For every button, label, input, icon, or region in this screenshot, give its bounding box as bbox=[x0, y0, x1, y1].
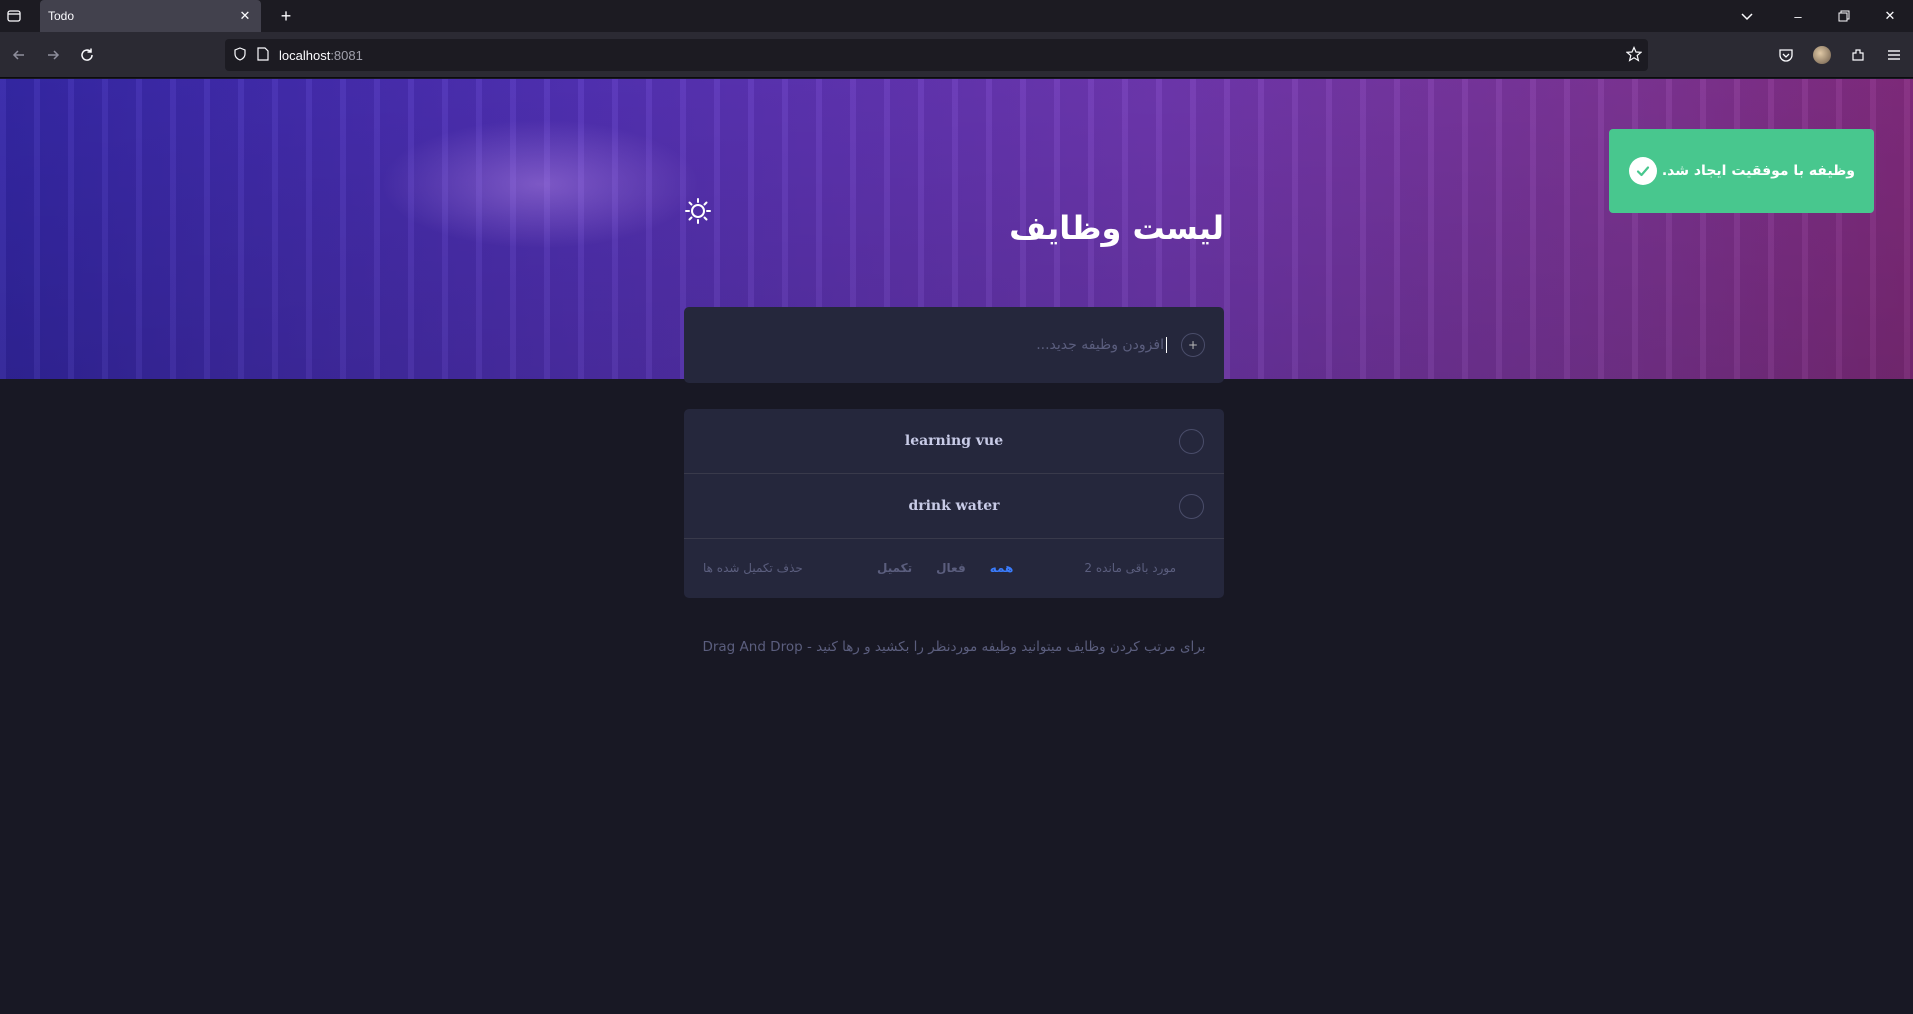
page-viewport: لیست وظایف + learning vu bbox=[0, 79, 1913, 1014]
restore-icon[interactable] bbox=[1821, 0, 1867, 32]
page-info-icon[interactable] bbox=[257, 46, 269, 65]
avatar-image bbox=[1813, 46, 1831, 64]
url-text: localhost:8081 bbox=[279, 48, 363, 63]
back-icon[interactable] bbox=[4, 40, 34, 70]
todo-text: drink water bbox=[908, 498, 1000, 514]
todo-item[interactable]: learning vue bbox=[684, 409, 1224, 474]
browser-tab[interactable]: Todo ✕ bbox=[40, 0, 261, 32]
filter-tabs: همه فعال تکمیل bbox=[877, 561, 1013, 575]
check-icon bbox=[1629, 157, 1657, 185]
theme-toggle-sun-icon[interactable] bbox=[681, 194, 715, 228]
pocket-icon[interactable] bbox=[1771, 40, 1801, 70]
app-header: لیست وظایف bbox=[684, 198, 1224, 269]
filter-completed[interactable]: تکمیل bbox=[877, 561, 912, 575]
address-bar[interactable]: localhost:8081 bbox=[225, 39, 1648, 71]
extensions-icon[interactable] bbox=[1843, 40, 1873, 70]
add-todo-button[interactable]: + bbox=[1181, 333, 1205, 357]
new-todo-box: + bbox=[684, 307, 1224, 383]
filter-all[interactable]: همه bbox=[990, 561, 1014, 575]
page-title: لیست وظایف bbox=[1009, 209, 1224, 247]
firefox-view-icon[interactable] bbox=[0, 0, 28, 32]
items-left-count: 2 مورد باقی مانده bbox=[1084, 561, 1176, 575]
tracking-protection-icon[interactable] bbox=[233, 46, 247, 65]
url-port: :8081 bbox=[330, 47, 363, 63]
close-window-icon[interactable]: ✕ bbox=[1867, 0, 1913, 32]
toast-message: وظیفه با موفقیت ایجاد شد. bbox=[1661, 163, 1855, 179]
hero-glow bbox=[380, 119, 700, 249]
todo-list: learning vue drink water 2 مورد باقی مان… bbox=[684, 409, 1224, 598]
browser-tab-strip: Todo ✕ + – ✕ bbox=[0, 0, 1913, 32]
browser-navbar: localhost:8081 bbox=[0, 32, 1913, 78]
window-controls: – ✕ bbox=[1727, 0, 1913, 32]
minimize-icon[interactable]: – bbox=[1775, 0, 1821, 32]
todo-text: learning vue bbox=[904, 433, 1004, 449]
todo-item[interactable]: drink water bbox=[684, 474, 1224, 539]
bookmark-star-icon[interactable] bbox=[1625, 46, 1643, 66]
new-tab-icon[interactable]: + bbox=[274, 4, 298, 28]
list-all-tabs-icon[interactable] bbox=[1727, 0, 1767, 32]
new-todo-input[interactable] bbox=[747, 337, 1167, 353]
success-toast[interactable]: وظیفه با موفقیت ایجاد شد. bbox=[1609, 129, 1874, 213]
todo-checkbox[interactable] bbox=[1179, 429, 1204, 454]
menu-icon[interactable] bbox=[1879, 40, 1909, 70]
todo-checkbox[interactable] bbox=[1179, 494, 1204, 519]
toolbar-right bbox=[1771, 40, 1909, 70]
drag-drop-hint: برای مرتب کردن وظایف میتوانید وظیفه مورد… bbox=[702, 639, 1206, 655]
forward-icon[interactable] bbox=[38, 40, 68, 70]
tab-close-icon[interactable]: ✕ bbox=[237, 8, 253, 24]
url-host: localhost bbox=[279, 47, 331, 63]
clear-completed-button[interactable]: حذف تکمیل شده ها bbox=[703, 561, 803, 575]
account-avatar[interactable] bbox=[1807, 40, 1837, 70]
reload-icon[interactable] bbox=[72, 40, 102, 70]
todo-footer: 2 مورد باقی مانده همه فعال تکمیل حذف تکم… bbox=[684, 539, 1224, 598]
filter-active[interactable]: فعال bbox=[936, 561, 966, 575]
tab-title: Todo bbox=[48, 9, 75, 23]
